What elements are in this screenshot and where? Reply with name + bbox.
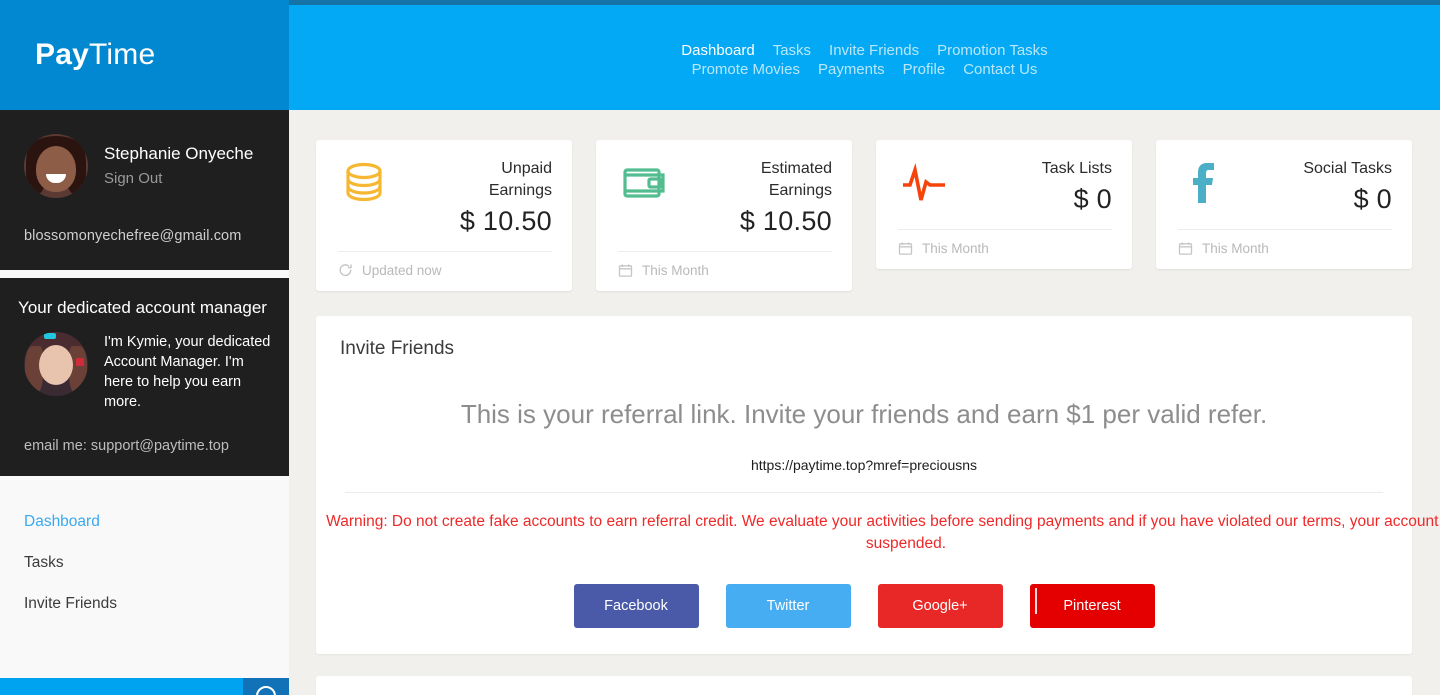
referral-link[interactable]: https://paytime.top?mref=preciousns (316, 457, 1412, 473)
facebook-f-icon (1178, 158, 1230, 208)
chat-bubble-icon[interactable] (243, 678, 289, 695)
share-pinterest-button[interactable]: Pinterest (1029, 584, 1155, 629)
stat-card-estimated-earnings[interactable]: Estimated Earnings $ 10.50 This Month (596, 140, 852, 291)
user-profile-block: Stephanie Onyeche Sign Out blossomonyech… (0, 110, 289, 270)
pulse-activity-icon (898, 158, 950, 208)
nav-contact-us[interactable]: Contact Us (963, 60, 1037, 79)
panel-title: Invite Friends (340, 338, 455, 359)
account-manager-heading: Your dedicated account manager (18, 298, 267, 317)
stat-card-value: $ 0 (1073, 184, 1112, 214)
stat-card-label: Task Lists (1041, 160, 1112, 177)
page-header: Dashboard Tasks Invite Friends Promotion Ta… (289, 5, 1440, 110)
brand-logo[interactable]: PayTime (0, 0, 289, 110)
panel-divider (345, 492, 1383, 494)
nav-promotion-tasks[interactable]: Promotion Tasks (937, 41, 1048, 60)
share-twitter-button[interactable]: Twitter (725, 584, 851, 629)
task-types-panel: Task Types (316, 676, 1412, 695)
brand-name-light: Time (88, 38, 156, 71)
database-coins-icon (338, 158, 390, 208)
sidebar-nav: Dashboard Tasks Invite Friends (0, 476, 289, 625)
nav-invite-friends[interactable]: Invite Friends (829, 41, 919, 60)
sidebar-item-tasks[interactable]: Tasks (24, 543, 289, 584)
share-buttons: Facebook Twitter Google+ Pinterest (316, 584, 1412, 629)
stat-cards: Unpaid Earnings $ 10.50 Updated now Esti… (289, 110, 1440, 291)
share-facebook-button[interactable]: Facebook (573, 584, 699, 629)
profile-name: Stephanie Onyeche (104, 144, 254, 164)
nav-dashboard[interactable]: Dashboard (681, 41, 754, 60)
sidebar-item-dashboard[interactable]: Dashboard (24, 502, 289, 543)
calendar-icon (618, 264, 633, 277)
stat-card-label: Unpaid Earnings (488, 160, 552, 199)
profile-email: blossomonyechefree@gmail.com (24, 228, 242, 244)
stat-card-footer: This Month (1178, 229, 1392, 269)
stat-card-footer: This Month (618, 251, 832, 291)
avatar (24, 134, 88, 198)
share-googleplus-button[interactable]: Google+ (877, 584, 1003, 629)
stat-card-footer: Updated now (338, 251, 552, 291)
stat-card-unpaid-earnings[interactable]: Unpaid Earnings $ 10.50 Updated now (316, 140, 572, 291)
nav-tasks[interactable]: Tasks (773, 41, 811, 60)
sign-out-link[interactable]: Sign Out (104, 170, 253, 188)
invite-friends-panel: Invite Friends This is your referral lin… (316, 316, 1440, 655)
account-manager-avatar (24, 332, 88, 396)
account-manager-email[interactable]: email me: support@paytime.top (10, 438, 275, 454)
calendar-icon (1178, 242, 1193, 255)
account-manager-block: Your dedicated account manager I'm Kymie… (0, 278, 289, 476)
stat-card-footer: This Month (898, 229, 1112, 269)
referral-warning: Warning: Do not create fake accounts to … (326, 513, 1440, 553)
stat-card-task-lists[interactable]: Task Lists $ 0 This Month (876, 140, 1132, 269)
stat-card-footer-text: Updated now (362, 263, 442, 278)
stat-card-value: $ 10.50 (459, 206, 552, 236)
chat-widget-bar[interactable] (0, 678, 289, 695)
stat-card-value: $ 0 (1353, 184, 1392, 214)
app-root: PayTime Stephanie Onyeche Sign Out bloss… (0, 0, 1440, 695)
stat-card-footer-text: This Month (1202, 241, 1269, 256)
stat-card-footer-text: This Month (922, 241, 989, 256)
stat-card-social-tasks[interactable]: Social Tasks $ 0 This Month (1156, 140, 1412, 269)
nav-payments[interactable]: Payments (818, 60, 885, 79)
stat-card-label: Social Tasks (1303, 160, 1392, 177)
sidebar: PayTime Stephanie Onyeche Sign Out bloss… (0, 0, 289, 695)
nav-profile[interactable]: Profile (903, 60, 946, 79)
sidebar-divider (0, 270, 289, 278)
main-content: Unpaid Earnings $ 10.50 Updated now Esti… (289, 110, 1440, 695)
sidebar-item-invite-friends[interactable]: Invite Friends (24, 584, 289, 625)
nav-promote-movies[interactable]: Promote Movies (692, 60, 800, 79)
brand-name-bold: Pay (35, 38, 89, 71)
stat-card-label: Estimated Earnings (760, 160, 832, 199)
calendar-icon (898, 242, 913, 255)
stat-card-value: $ 10.50 (739, 206, 832, 236)
stat-card-footer-text: This Month (642, 263, 709, 278)
account-manager-message: I'm Kymie, your dedicated Account Manage… (104, 334, 271, 410)
referral-headline: This is your referral link. Invite your … (460, 399, 1268, 429)
wallet-icon (618, 158, 670, 208)
refresh-icon (339, 264, 352, 277)
top-navigation: Dashboard Tasks Invite Friends Promotion Ta… (289, 41, 1440, 79)
